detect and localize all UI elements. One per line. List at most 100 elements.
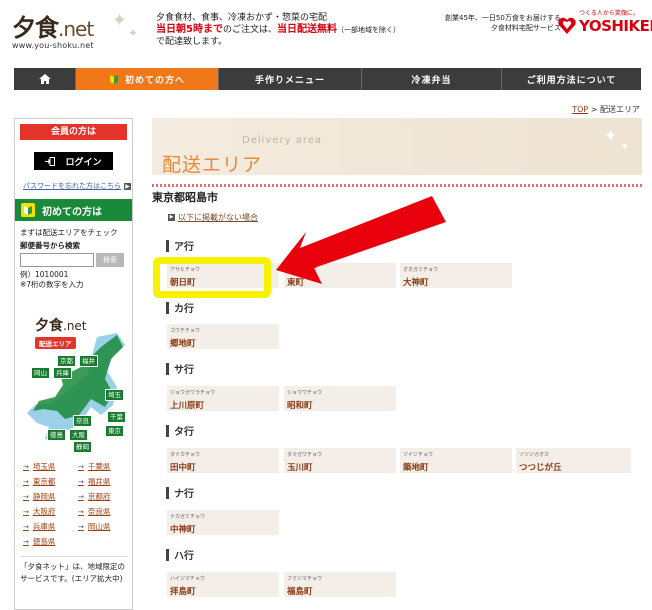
town-kana: ゴウチチョウ (170, 328, 201, 334)
map-tag-okayama[interactable]: 岡山 (31, 367, 50, 379)
breadcrumb-sep: > (588, 105, 600, 114)
town-showacho[interactable]: ショウワチョウ 昭和町 (284, 386, 396, 411)
map-tag-fukui[interactable]: 福井 (79, 355, 98, 367)
section-bar (166, 362, 169, 375)
zip-code-input[interactable] (20, 253, 94, 267)
arrow-right-icon: → (23, 537, 29, 546)
town-gochicho[interactable]: ゴウチチョウ 郷地町 (167, 324, 279, 349)
nav-frozen-bento[interactable]: 冷凍弁当 (362, 68, 502, 90)
breadcrumb-current: 配送エリア (600, 105, 640, 114)
tagline-line1: 夕食食材、食事、冷凍おかず・惣菜の宅配 (156, 13, 328, 23)
password-forgot-link[interactable]: パスワードを忘れた方はこちら ▶ (23, 181, 132, 191)
pref-label: 奈良県 (87, 507, 111, 516)
corp-text: 創業45年、一日50万食をお届けする 夕食材料宅配サービス (445, 13, 561, 33)
pref-link[interactable]: → 千葉県 (78, 461, 133, 472)
map-tag-kyoto[interactable]: 京都 (57, 355, 76, 367)
brand-name: YOSHIKEI (579, 17, 652, 35)
heart-icon (558, 17, 576, 34)
login-button[interactable]: ログイン (34, 152, 113, 170)
nav-home[interactable] (14, 68, 76, 90)
section-ha-row: ハ行 (166, 547, 194, 562)
pref-link[interactable]: → 京都府 (78, 491, 133, 502)
prefecture-list: → 埼玉県 → 千葉県 → 東京都 → 福井県 → 静岡県 → 京都府 → 大阪府 → 奈良県 … (23, 461, 133, 547)
area-banner: Delivery area 配送エリア ✦ ✦ (152, 118, 642, 176)
arrow-right-icon: → (23, 492, 29, 501)
arrow-right-icon: → (78, 462, 84, 471)
zip-example-line2: ※7桁の数字を入力 (20, 280, 84, 289)
banner-subtitle: Delivery area (242, 135, 322, 146)
town-name: 東町 (287, 278, 305, 288)
map-tag-osaka[interactable]: 大阪 (69, 429, 88, 441)
beginner-leaf-icon (21, 203, 35, 217)
town-haijimacho[interactable]: ハイジマチョウ 拝島町 (167, 572, 279, 597)
pref-label: 兵庫県 (32, 522, 56, 531)
nav-first-time[interactable]: 初めての方へ (76, 68, 219, 90)
map-tag-chiba[interactable]: 千葉 (107, 411, 126, 423)
section-label: ア行 (174, 242, 194, 253)
pref-label: 東京都 (32, 477, 56, 486)
section-bar (166, 424, 169, 437)
town-kana: フクジマチョウ (287, 576, 323, 582)
pref-link[interactable]: → 奈良県 (78, 506, 133, 517)
town-tsuijicho[interactable]: ツイジチョウ 築地町 (400, 448, 512, 473)
pref-link[interactable]: → 埼玉県 (23, 461, 78, 472)
corp-line2: 夕食材料宅配サービス (490, 24, 561, 32)
pref-link[interactable]: → 徳島県 (23, 536, 78, 547)
town-name: 玉川町 (287, 463, 313, 473)
sparkle-icon: ✦ (604, 126, 618, 145)
town-name: つつじが丘 (519, 463, 562, 473)
pref-link[interactable]: → 福井県 (78, 476, 133, 487)
town-nakagamicho[interactable]: ナカガミチョウ 中神町 (167, 510, 279, 535)
breadcrumb-top-link[interactable]: TOP (572, 105, 588, 114)
zip-example-line1: 例）1010001 (20, 270, 69, 279)
corp-line1: 創業45年、一日50万食をお届けする (445, 14, 561, 22)
town-kana: タナカチョウ (170, 452, 201, 458)
pref-label: 京都府 (87, 492, 111, 501)
town-ogamicho[interactable]: オオガミチョウ大神町 (400, 263, 512, 288)
town-fukujimacho[interactable]: フクジマチョウ 福島町 (284, 572, 396, 597)
town-tsutsujigaoka[interactable]: ツツジガオカつつじが丘 (516, 448, 631, 473)
pref-label: 福井県 (87, 477, 111, 486)
check-area-text: まずは配送エリアをチェック (20, 228, 118, 237)
zip-example: 例）1010001 ※7桁の数字を入力 (20, 270, 127, 290)
brand-logo[interactable]: つくる人から笑顔に。 YOSHIKEI (557, 8, 652, 35)
pref-link[interactable]: → 東京都 (23, 476, 78, 487)
map-tag-nara[interactable]: 奈良 (73, 415, 92, 427)
town-tamagawacho[interactable]: タマガワチョウ玉川町 (284, 448, 396, 473)
town-azumacho[interactable]: アズマチョウ 東町 (284, 263, 396, 288)
delivery-area-map[interactable]: 夕食.net 配送エリア 京都 福井 岡山 兵庫 埼玉 千葉 奈良 東京 徳島 … (21, 315, 129, 453)
sparkle-icon: ✦ (620, 140, 630, 153)
arrow-right-icon: → (23, 477, 29, 486)
pref-link[interactable]: → 静岡県 (23, 491, 78, 502)
nav-label: 手作りメニュー (254, 75, 325, 86)
pref-link[interactable]: → 岡山県 (78, 521, 133, 532)
town-kana: オオガミチョウ (403, 267, 439, 273)
town-jogawaracho[interactable]: ジョウガワラチョウ 上川原町 (167, 386, 279, 411)
map-tag-shizuoka[interactable]: 静岡 (73, 441, 92, 453)
first-time-heading: 初めての方は (15, 199, 132, 221)
town-tanakacho[interactable]: タナカチョウ 田中町 (167, 448, 279, 473)
town-kana: タマガワチョウ (287, 452, 323, 458)
logo-net: .net (58, 17, 94, 41)
pref-link[interactable]: → 大阪府 (23, 506, 78, 517)
site-logo[interactable]: 夕食.net www.you-shoku.net (12, 8, 94, 50)
header-tagline: 夕食食材、食事、冷凍おかず・惣菜の宅配 当日朝5時までのご注文は、当日配送無料（… (156, 12, 400, 48)
nav-handmade-menu[interactable]: 手作りメニュー (219, 68, 362, 90)
map-tag-saitama[interactable]: 埼玉 (105, 389, 124, 401)
section-bar (166, 301, 169, 314)
town-kana: ツツジガオカ (519, 452, 550, 458)
login-icon (45, 156, 56, 166)
town-name: 大神町 (403, 278, 429, 288)
town-kana: ハイジマチョウ (170, 576, 205, 582)
logo-url: www.you-shoku.net (12, 41, 94, 50)
zip-search-button[interactable]: 検索 (96, 253, 124, 267)
not-found-link[interactable]: ▶ 以下に掲載がない場合 (168, 212, 258, 223)
pref-link[interactable]: → 兵庫県 (23, 521, 78, 532)
arrow-right-icon: → (78, 477, 84, 486)
map-tag-hyogo[interactable]: 兵庫 (53, 367, 72, 379)
map-tag-tokyo[interactable]: 東京 (105, 425, 124, 437)
breadcrumb: TOP > 配送エリア (572, 104, 640, 115)
town-name: 田中町 (170, 463, 196, 473)
map-tag-tokushima[interactable]: 徳島 (47, 429, 66, 441)
nav-how-to-use[interactable]: ご利用方法について (502, 68, 641, 90)
